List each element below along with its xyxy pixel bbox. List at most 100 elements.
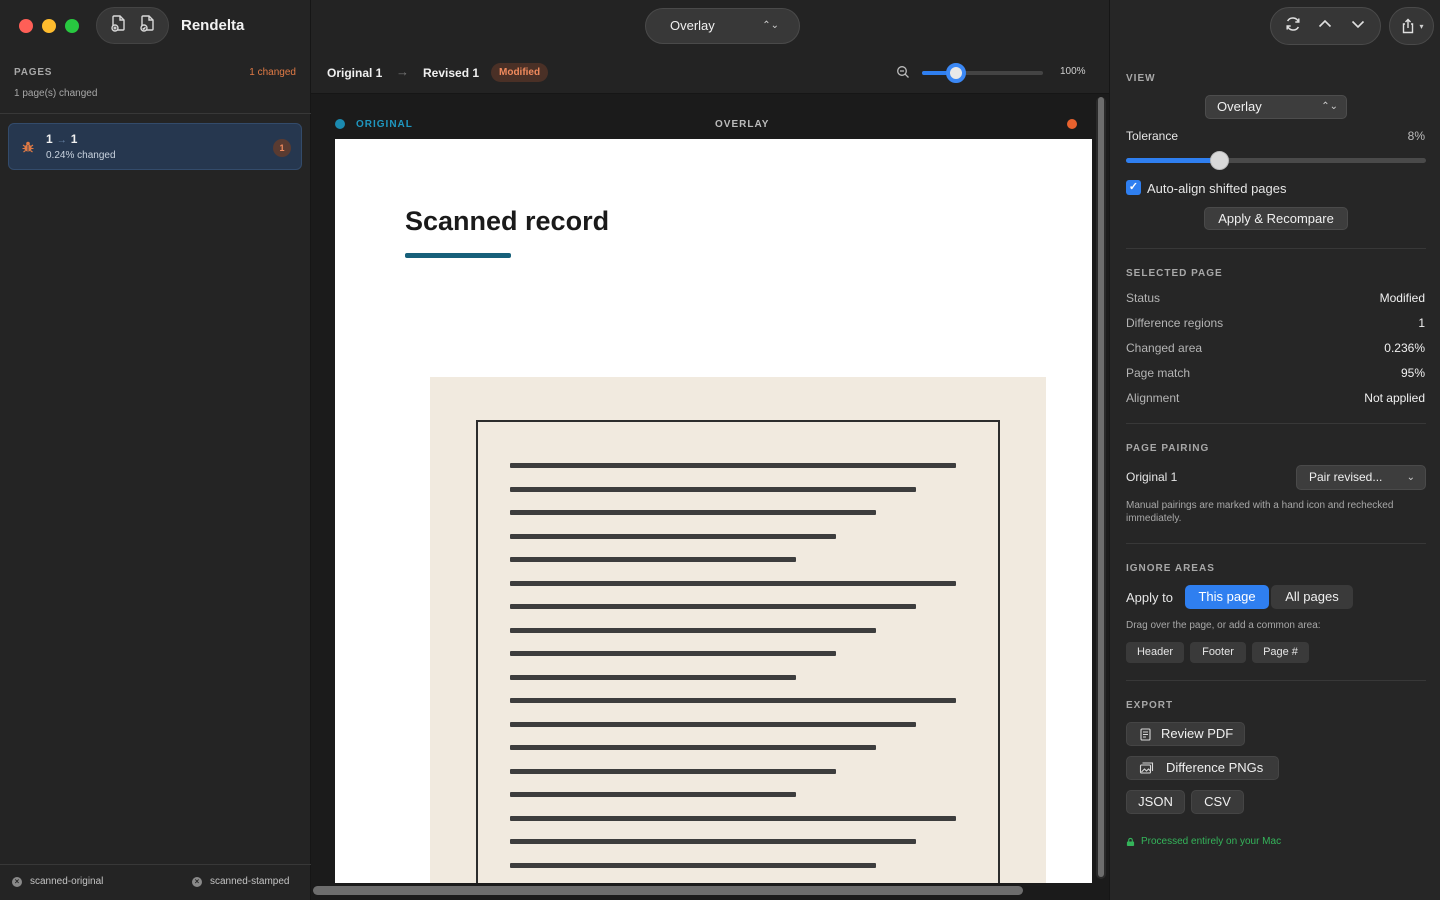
scanned-text-line (510, 675, 796, 680)
horizontal-scrollbar[interactable] (313, 884, 1107, 896)
scanned-text-line (510, 534, 836, 539)
breadcrumb-original[interactable]: Original 1 (327, 66, 382, 80)
divider (1126, 423, 1426, 424)
refresh-icon[interactable] (1284, 15, 1302, 38)
tolerance-slider-knob[interactable] (1210, 151, 1229, 170)
lock-icon (1126, 837, 1135, 846)
changed-count: 1 changed (249, 67, 296, 78)
chevron-updown-icon: ⌃⌄ (762, 20, 779, 31)
region-count-badge: 1 (273, 139, 291, 157)
status-badge: Modified (491, 63, 549, 82)
zoom-out-icon[interactable] (896, 65, 910, 79)
images-icon (1139, 762, 1154, 774)
difference-regions-label: Difference regions (1126, 316, 1224, 330)
tolerance-label: Tolerance (1126, 129, 1179, 143)
pairing-note: Manual pairings are marked with a hand i… (1126, 500, 1394, 524)
mode-select[interactable]: Overlay ⌃⌄ (645, 8, 800, 44)
tolerance-slider[interactable] (1126, 151, 1426, 170)
csv-export-button[interactable]: CSV (1191, 790, 1244, 814)
chevron-up-icon[interactable] (1316, 15, 1334, 38)
inspector-panel: ▾ VIEW Overlay ⌃⌄ Tolerance 8% ✓ Auto-al… (1109, 0, 1440, 900)
page-match-value: 95% (1400, 366, 1425, 380)
breadcrumb-revised[interactable]: Revised 1 (423, 66, 479, 80)
view-section-title: VIEW (1126, 73, 1156, 84)
pair-revised-select[interactable]: Pair revised... ⌄ (1296, 465, 1426, 490)
chevron-updown-icon: ⌃⌄ (1321, 101, 1338, 112)
apply-to-label: Apply to (1126, 590, 1173, 605)
open-original-icon[interactable] (108, 13, 128, 38)
scanned-text-line (510, 745, 876, 750)
scanned-text-line (510, 698, 956, 703)
changed-area-value: 0.236% (1384, 341, 1425, 355)
page-number-area-chip[interactable]: Page # (1252, 642, 1309, 663)
scanned-text-line (510, 839, 916, 844)
document-title: Scanned record (405, 206, 610, 236)
auto-align-checkbox[interactable]: ✓ (1126, 180, 1141, 195)
open-revised-icon[interactable] (137, 13, 157, 38)
auto-align-label[interactable]: Auto-align shifted pages (1147, 181, 1286, 196)
status-value: Modified (1379, 291, 1425, 305)
remove-file-icon[interactable]: × (192, 876, 202, 887)
divider (1126, 248, 1426, 249)
pair-revised-label: Pair revised... (1309, 470, 1383, 484)
zoom-value: 100% (1060, 66, 1086, 77)
scanned-text-line (510, 769, 836, 774)
zoom-slider[interactable] (922, 63, 1043, 83)
title-underline (405, 253, 511, 258)
json-export-button[interactable]: JSON (1126, 790, 1185, 814)
zoom-slider-knob[interactable] (945, 63, 966, 83)
ignore-areas-section-title: IGNORE AREAS (1126, 563, 1215, 574)
scanned-text-line (510, 487, 916, 492)
page-match-label: Page match (1126, 366, 1191, 380)
remove-file-icon[interactable]: × (12, 876, 22, 887)
share-button[interactable]: ▾ (1389, 7, 1434, 45)
zoom-window-button[interactable] (65, 19, 79, 33)
scanned-text-line (510, 510, 876, 515)
pages-summary: 1 page(s) changed (14, 88, 98, 99)
close-window-button[interactable] (19, 19, 33, 33)
chevron-down-icon: ▾ (1419, 21, 1424, 31)
apply-recompare-button[interactable]: Apply & Recompare (1204, 207, 1348, 230)
revised-file-chip[interactable]: × scanned-stamped (192, 876, 290, 887)
view-mode-select[interactable]: Overlay ⌃⌄ (1205, 95, 1347, 119)
vertical-scrollbar[interactable] (1096, 97, 1106, 879)
privacy-note: Processed entirely on your Mac (1126, 836, 1281, 847)
navigation-button-group (1270, 7, 1381, 45)
page-list-item[interactable]: 1 → 1 0.24% changed 1 (8, 123, 302, 170)
original-file-chip[interactable]: × scanned-original (12, 876, 103, 887)
divider (0, 864, 311, 865)
document-page[interactable]: Scanned record (335, 139, 1092, 883)
horizontal-scroll-thumb[interactable] (313, 886, 1023, 895)
pages-header: PAGES 1 changed (14, 67, 296, 78)
scanned-text-line (510, 722, 916, 727)
vertical-scroll-thumb[interactable] (1098, 97, 1104, 877)
overlay-legend: ORIGINAL OVERLAY (335, 118, 1085, 132)
scanned-text-line (510, 816, 956, 821)
breadcrumb: Original 1 → Revised 1 Modified 100% (311, 52, 1109, 94)
selected-page-section-title: SELECTED PAGE (1126, 268, 1223, 279)
this-page-segment[interactable]: This page (1185, 585, 1269, 609)
review-pdf-button[interactable]: Review PDF (1126, 722, 1245, 746)
page-original-number: 1 (46, 132, 53, 146)
minimize-window-button[interactable] (42, 19, 56, 33)
pages-header-label: PAGES (14, 67, 53, 78)
scanned-frame (476, 420, 1000, 883)
divider (1126, 680, 1426, 681)
scanned-text-line (510, 604, 916, 609)
revised-color-dot (1067, 119, 1077, 129)
header-area-chip[interactable]: Header (1126, 642, 1184, 663)
tolerance-slider-fill (1126, 158, 1219, 163)
chevron-down-icon[interactable] (1349, 15, 1367, 38)
footer-area-chip[interactable]: Footer (1190, 642, 1246, 663)
sidebar: Rendelta PAGES 1 changed 1 page(s) chang… (0, 0, 311, 900)
page-pair: 1 → 1 (46, 132, 77, 146)
arrow-right-icon: → (396, 64, 409, 79)
scanned-text-line (510, 557, 796, 562)
pairing-original-label: Original 1 (1126, 470, 1178, 484)
page-change-percent: 0.24% changed (46, 150, 116, 161)
all-pages-segment[interactable]: All pages (1271, 585, 1353, 609)
difference-pngs-button[interactable]: Difference PNGs (1126, 756, 1279, 780)
difference-pngs-label: Difference PNGs (1166, 760, 1264, 775)
view-mode-label: Overlay (1217, 99, 1262, 114)
ignore-areas-note: Drag over the page, or add a common area… (1126, 620, 1321, 631)
